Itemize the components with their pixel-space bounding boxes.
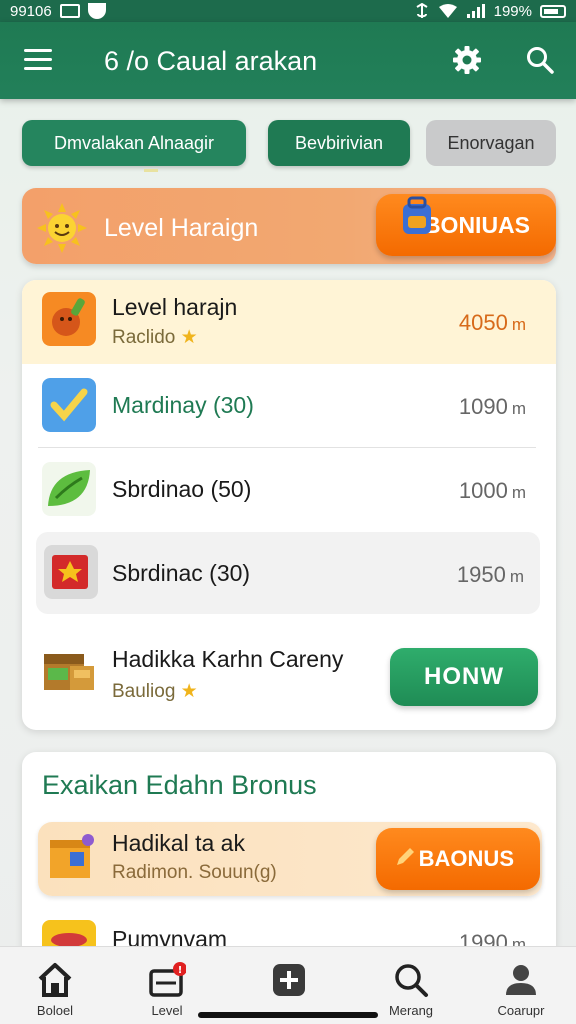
gift-box-icon (44, 545, 98, 599)
bonus-section: Exaikan Edahn Bronus Hadikal ta ak Radim… (22, 752, 556, 962)
crate-icon (50, 834, 94, 878)
list-item-title: Level harajn (112, 294, 238, 320)
game-ball-icon (42, 292, 96, 346)
bonus-button-label: BONIUAS (423, 211, 530, 238)
list-item-title: Sbrdinao (50) (112, 476, 252, 502)
status-bar: 99106 199% (0, 0, 576, 22)
app-bar: 6 /o Caual arakan (0, 22, 576, 99)
home-indicator[interactable] (198, 1012, 378, 1018)
list-item[interactable]: Level harajn Raclido ★ 4050 m (22, 280, 556, 364)
reward-list: Level harajn Raclido ★ 4050 m Mardinay (3… (22, 280, 556, 730)
level-banner: Level Haraign BONIUAS (22, 188, 556, 264)
leaf-icon (42, 462, 96, 516)
gear-icon[interactable] (452, 45, 482, 75)
sun-icon (37, 203, 87, 253)
tab-chip-1[interactable]: Dmvalakan Alnaagir (22, 120, 246, 172)
list-item-value: 1090 m (458, 394, 526, 419)
nav-profile[interactable]: Coarupr (466, 947, 576, 1024)
tab-chip-3[interactable]: Enorvagan (426, 120, 556, 166)
tab-chip-2[interactable]: Bevbirivian (268, 120, 410, 166)
pencil-icon (397, 848, 414, 865)
nav-label: Coarupr (497, 1003, 545, 1018)
wifi-icon (438, 4, 457, 18)
list-item[interactable]: Mardinay (30) 1090 m (22, 364, 556, 448)
treasure-chest-icon (44, 654, 94, 690)
list-item-value: 4050 m (458, 310, 526, 335)
nav-label: Boloel (36, 1003, 74, 1018)
list-item-title: Hadikka Karhn Careny (112, 646, 344, 672)
list-item-title: Mardinay (30) (112, 392, 254, 418)
list-item[interactable]: Sbrdinac (30) 1950 m (36, 532, 540, 614)
offer-card[interactable]: Hadikal ta ak Radimon. Souun(g) BAONUS (38, 822, 542, 896)
signal-icon (466, 4, 485, 18)
plus-icon (273, 964, 305, 996)
star-icon: ★ (180, 681, 198, 702)
backpack-icon (403, 196, 431, 234)
nav-home[interactable]: Boloel (0, 947, 110, 1024)
notification-badge: ! (178, 965, 183, 976)
shield-icon (87, 3, 106, 19)
offer-subtitle: Radimon. Souun(g) (112, 862, 277, 883)
section-title: Exaikan Edahn Bronus (42, 770, 317, 800)
battery-icon (540, 4, 566, 18)
notification-icon (59, 4, 80, 18)
battery-percent: 199% (493, 2, 532, 20)
offer-title: Hadikal ta ak (112, 830, 245, 856)
menu-icon[interactable] (24, 49, 52, 71)
home-icon (38, 963, 72, 997)
list-item-value: 1950 m (456, 562, 524, 587)
page-title: 6 /o Caual arakan (104, 46, 318, 76)
list-item-subtitle: Raclido ★ (112, 327, 198, 348)
status-time: 99106 (10, 2, 52, 20)
search-icon[interactable] (526, 46, 554, 74)
list-item-subtitle: Bauliog ★ (112, 681, 198, 702)
list-item[interactable]: Sbrdinao (50) 1000 m (22, 448, 556, 532)
inbox-icon: ! (149, 962, 186, 997)
banner-title: Level Haraign (104, 214, 259, 242)
offer-bonus-label: BAONUS (418, 846, 514, 871)
redeem-button[interactable]: HONW (390, 648, 538, 706)
star-icon: ★ (180, 327, 198, 348)
list-item-value: 1000 m (458, 478, 526, 503)
sync-icon (416, 3, 428, 18)
checkbox-icon (42, 378, 96, 432)
search-icon (395, 964, 428, 997)
list-item-title: Sbrdinac (30) (112, 560, 251, 586)
profile-icon (506, 965, 536, 995)
